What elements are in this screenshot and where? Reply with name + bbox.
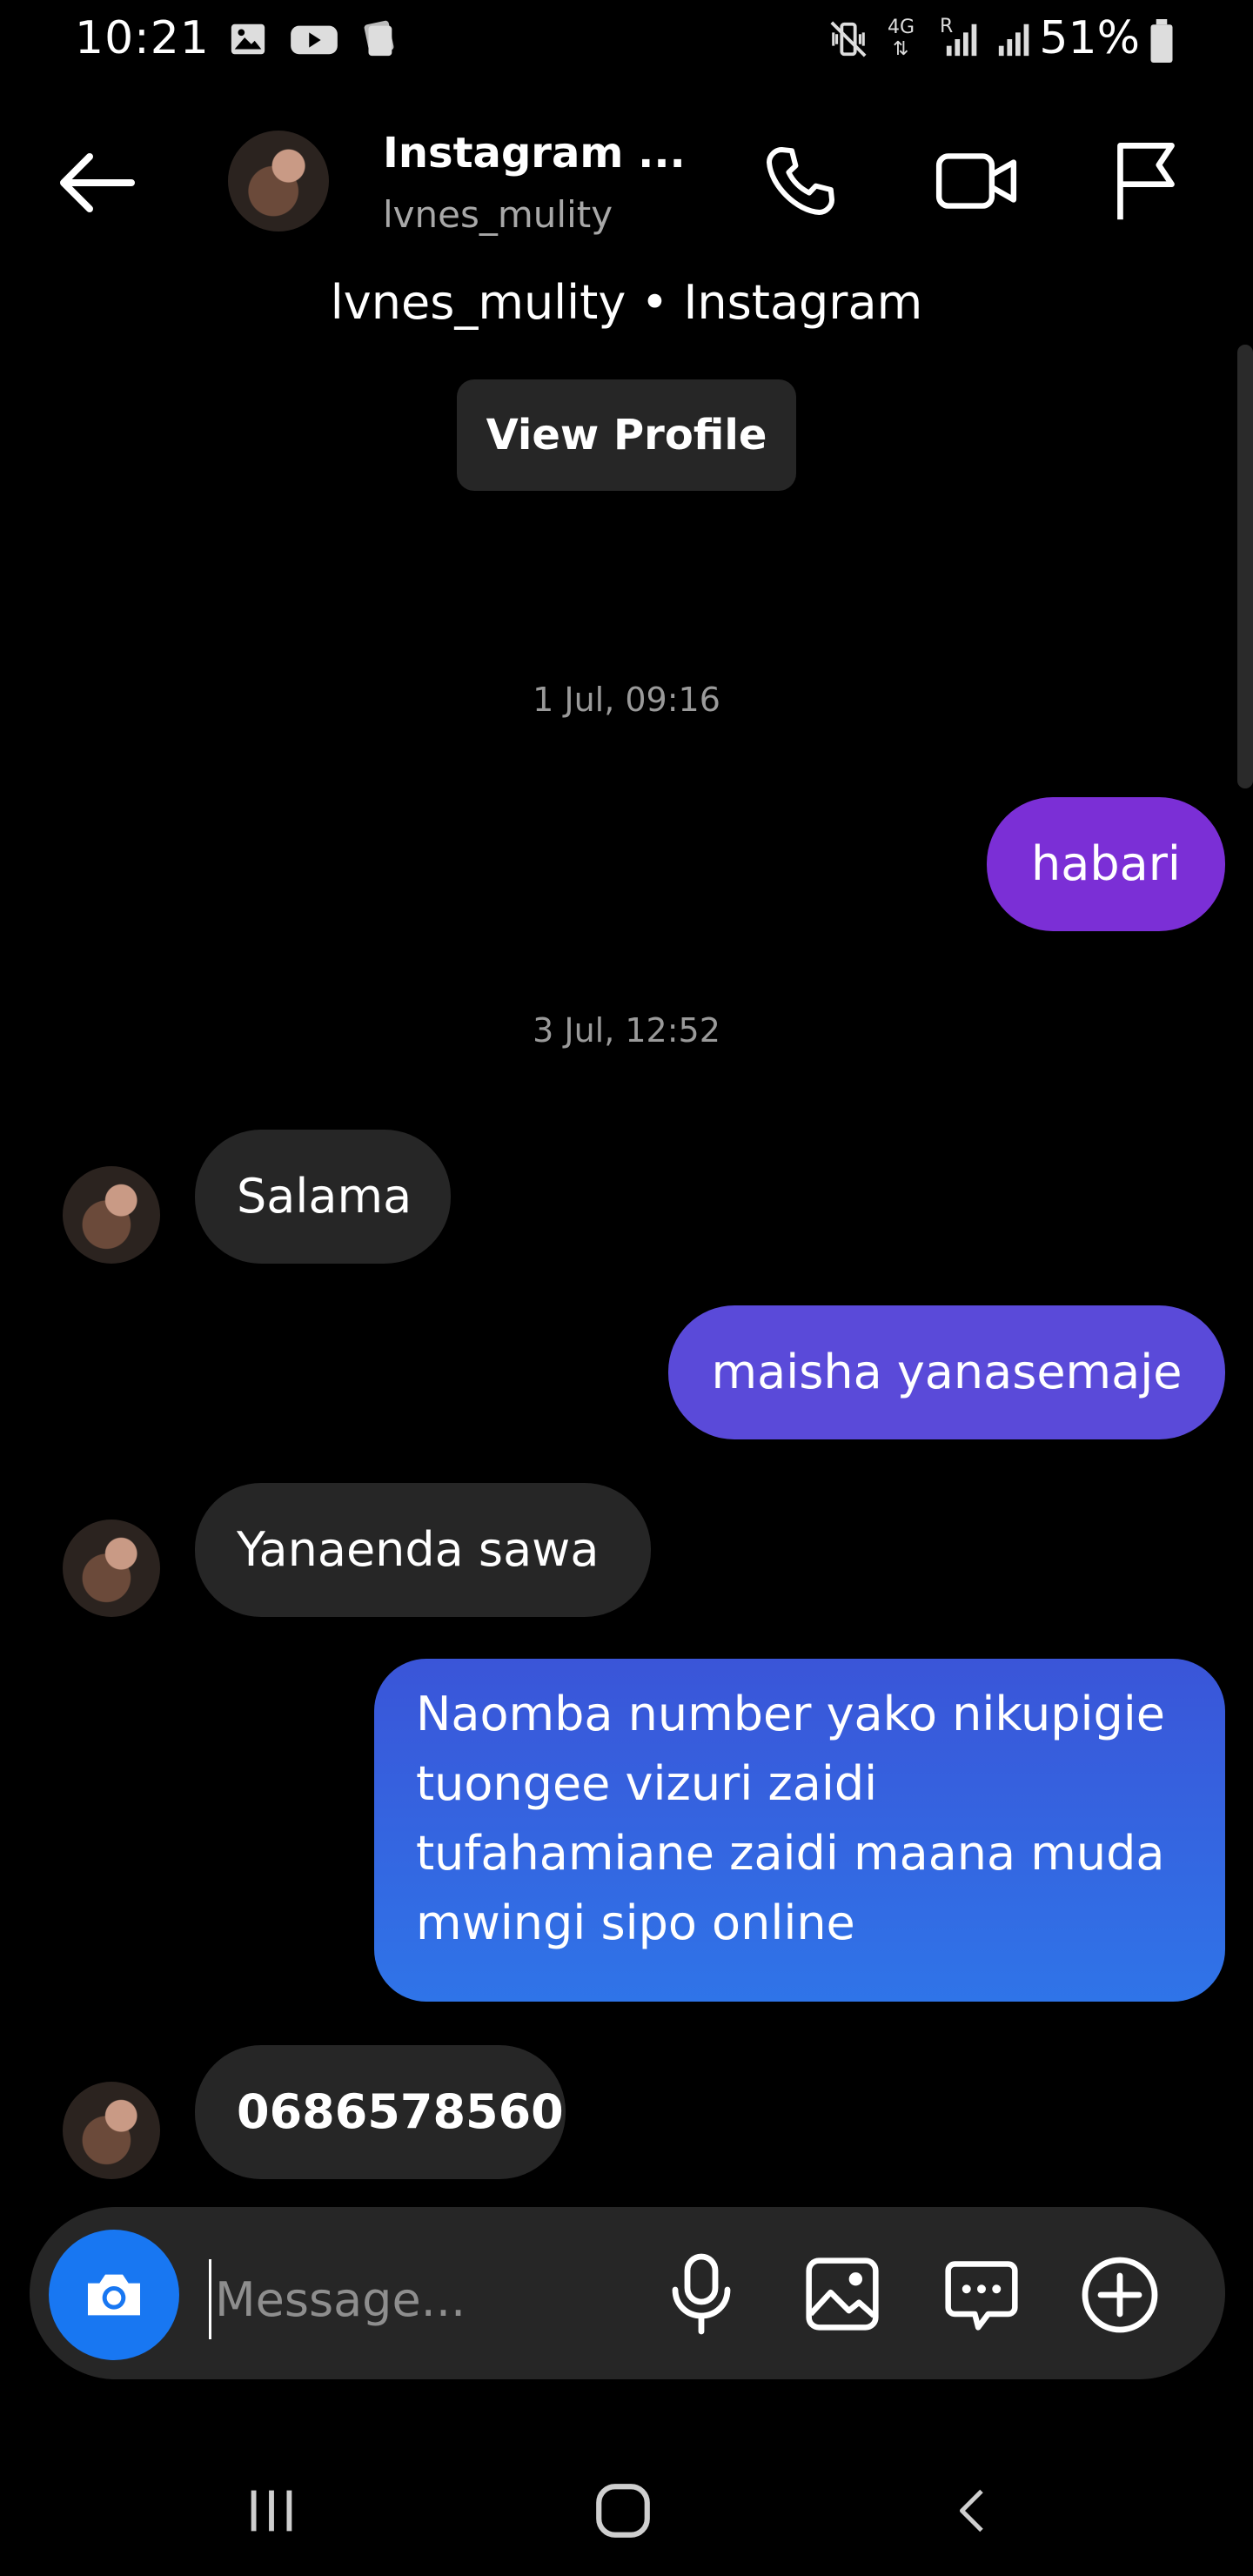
status-time: 10:21 — [75, 12, 210, 64]
status-bar: 10:21 4G ⇅ R 51% — [0, 0, 1253, 87]
document-notification-icon — [364, 20, 394, 57]
youtube-notification-icon — [291, 25, 338, 55]
voice-message-button[interactable] — [658, 2245, 745, 2341]
signal-icon-1 — [946, 23, 977, 57]
arrow-left-icon — [60, 153, 135, 212]
thread-source-label: lvnes_mulity • Instagram — [330, 275, 923, 330]
video-camera-icon — [935, 153, 1017, 209]
back-button[interactable] — [49, 139, 144, 226]
image-icon — [806, 2257, 879, 2331]
flag-icon — [1117, 143, 1175, 220]
conversation-username[interactable]: lvnes_mulity — [383, 193, 613, 236]
plus-circle-icon — [1082, 2257, 1158, 2333]
chat-bubble-icon — [945, 2261, 1018, 2331]
message-text: maisha yanasemaje — [711, 1345, 1183, 1399]
camera-icon — [88, 2274, 140, 2316]
outgoing-message[interactable]: Naomba number yako nikupigie tuongee viz… — [374, 1659, 1225, 2002]
video-call-button[interactable] — [924, 131, 1029, 231]
incoming-message[interactable]: Salama — [195, 1130, 451, 1264]
sender-avatar[interactable] — [63, 1519, 160, 1617]
home-icon — [596, 2484, 650, 2538]
audio-call-button[interactable] — [750, 131, 851, 231]
message-text: Salama — [237, 1169, 412, 1224]
conversation-title[interactable]: Instagram ... — [383, 129, 686, 178]
system-navigation-bar — [0, 2437, 1253, 2576]
sticker-button[interactable] — [935, 2247, 1029, 2341]
home-button[interactable] — [580, 2472, 667, 2550]
scrollbar[interactable] — [1237, 345, 1253, 788]
message-text: Naomba number yako nikupigie tuongee viz… — [416, 1687, 1166, 1950]
incoming-message[interactable]: 0686578560 — [195, 2045, 566, 2179]
incoming-message[interactable]: Yanaenda sawa — [195, 1483, 651, 1617]
view-profile-button[interactable]: View Profile — [457, 379, 796, 491]
profile-avatar[interactable] — [228, 131, 329, 231]
network-type-label: 4G — [888, 17, 915, 38]
message-text: habari — [1031, 836, 1181, 891]
outgoing-message[interactable]: maisha yanasemaje — [668, 1305, 1225, 1439]
message-text: Yanaenda sawa — [237, 1522, 600, 1577]
signal-icon-2 — [998, 23, 1029, 57]
camera-button[interactable] — [49, 2230, 179, 2360]
report-button[interactable] — [1098, 131, 1194, 231]
chevron-left-icon — [960, 2489, 983, 2532]
outgoing-message[interactable]: habari — [987, 797, 1225, 931]
battery-icon — [1150, 19, 1173, 63]
phone-icon — [767, 147, 834, 215]
message-text: 0686578560 — [237, 2084, 564, 2139]
message-timestamp: 3 Jul, 12:52 — [533, 1011, 720, 1050]
vibrate-mute-icon — [830, 21, 867, 57]
sender-avatar[interactable] — [63, 2082, 160, 2179]
battery-percent: 51% — [1039, 12, 1140, 64]
system-back-button[interactable] — [929, 2472, 1016, 2550]
message-timestamp: 1 Jul, 09:16 — [533, 681, 720, 719]
recent-apps-button[interactable] — [228, 2472, 315, 2550]
more-options-button[interactable] — [1072, 2247, 1168, 2343]
gallery-button[interactable] — [795, 2249, 889, 2339]
sender-avatar[interactable] — [63, 1166, 160, 1264]
data-arrows-icon: ⇅ — [893, 38, 909, 60]
gallery-notification-icon — [231, 23, 265, 55]
recent-apps-icon — [251, 2490, 292, 2532]
message-input[interactable] — [209, 2259, 652, 2339]
microphone-icon — [672, 2253, 731, 2335]
